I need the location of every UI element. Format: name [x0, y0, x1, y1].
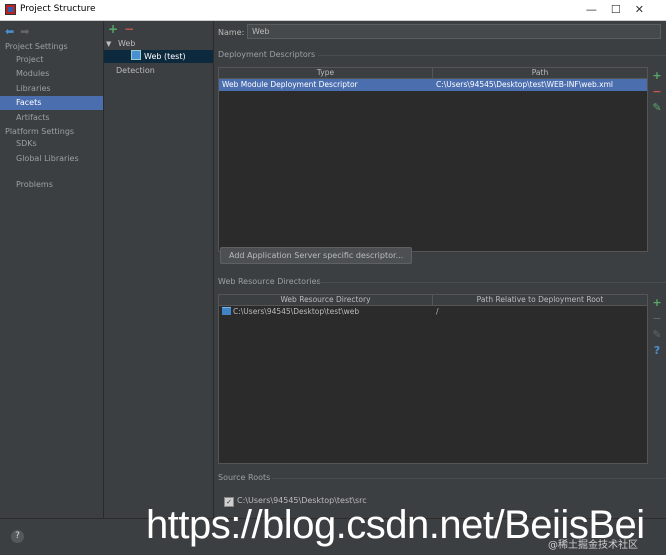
remove-descriptor-icon[interactable]: − [650, 84, 664, 100]
help-button[interactable]: ? [11, 530, 24, 543]
add-descriptor-icon[interactable]: + [650, 68, 664, 84]
facet-details-panel: Name: Web Deployment Descriptors Type Pa… [214, 21, 666, 518]
platform-settings-header: Platform Settings [5, 127, 75, 136]
section-divider [272, 478, 666, 479]
name-field[interactable]: Web [247, 24, 661, 39]
window-controls[interactable]: —☐✕ [586, 3, 658, 16]
remove-resource-icon[interactable]: − [650, 311, 664, 327]
column-header-relative-path[interactable]: Path Relative to Deployment Root [433, 295, 647, 305]
resource-dir-cell: C:\Users\94545\Desktop\test\web [219, 306, 433, 318]
name-label: Name: [218, 28, 245, 37]
expand-arrow-icon[interactable]: ▼ [106, 40, 111, 48]
add-facet-icon[interactable]: + [108, 22, 118, 36]
table-header: Web Resource Directory Path Relative to … [219, 295, 647, 306]
close-button[interactable]: ✕ [635, 3, 658, 16]
web-facet-icon [131, 50, 141, 60]
resource-side-toolbar: + − ✎ ? [650, 295, 664, 359]
nav-item-libraries[interactable]: Libraries [0, 82, 103, 96]
forward-arrow-icon[interactable]: ➡ [20, 25, 29, 38]
window-title: Project Structure [20, 4, 96, 14]
nav-item-facets[interactable]: Facets [0, 96, 103, 110]
project-settings-header: Project Settings [5, 42, 68, 51]
column-header-resource-dir[interactable]: Web Resource Directory [219, 295, 433, 305]
back-arrow-icon[interactable]: ⬅ [5, 25, 14, 38]
deployment-descriptors-title: Deployment Descriptors [218, 50, 316, 59]
site-watermark: @稀土掘金技术社区 [548, 540, 638, 551]
web-resource-table: Web Resource Directory Path Relative to … [218, 294, 648, 464]
deployment-descriptors-table: Type Path Web Module Deployment Descript… [218, 67, 648, 252]
relative-path-cell: / [436, 307, 439, 316]
tree-node-web-label: Web [117, 39, 136, 48]
tree-node-detection[interactable]: Detection [104, 64, 213, 77]
settings-navigation: ⬅ ➡ Project Settings Project Modules Libr… [0, 21, 104, 518]
nav-arrows: ⬅ ➡ [5, 25, 29, 38]
table-row[interactable]: Web Module Deployment Descriptor C:\User… [219, 79, 647, 91]
maximize-button[interactable]: ☐ [611, 3, 635, 16]
nav-item-modules[interactable]: Modules [0, 67, 103, 81]
nav-item-global-libraries[interactable]: Global Libraries [0, 152, 103, 166]
help-icon[interactable]: ? [650, 343, 664, 359]
nav-item-artifacts[interactable]: Artifacts [0, 111, 103, 125]
column-header-type[interactable]: Type [219, 68, 433, 78]
remove-facet-icon[interactable]: − [124, 22, 134, 36]
window-title-bar: Project Structure —☐✕ [0, 0, 666, 21]
edit-descriptor-icon[interactable]: ✎ [650, 100, 664, 116]
tree-node-web[interactable]: ▼ Web [104, 37, 215, 50]
source-roots-title: Source Roots [218, 473, 271, 482]
nav-item-problems[interactable]: Problems [0, 178, 103, 192]
add-resource-icon[interactable]: + [650, 295, 664, 311]
add-server-descriptor-button[interactable]: Add Application Server specific descript… [220, 247, 413, 264]
tree-node-web-test[interactable]: Web (test) [104, 50, 213, 63]
tree-toolbar: + − [108, 22, 134, 36]
edit-resource-icon[interactable]: ✎ [650, 327, 664, 343]
tree-node-web-test-label: Web (test) [144, 52, 186, 61]
table-row[interactable]: C:\Users\94545\Desktop\test\web / [219, 306, 647, 318]
section-divider [314, 282, 666, 283]
table-header: Type Path [219, 68, 647, 79]
nav-item-sdks[interactable]: SDKs [0, 137, 103, 151]
section-divider [318, 55, 666, 56]
folder-icon [222, 307, 231, 315]
resource-dir-path: C:\Users\94545\Desktop\test\web [233, 307, 360, 316]
minimize-button[interactable]: — [586, 3, 611, 16]
column-header-path[interactable]: Path [433, 68, 647, 78]
facets-tree: + − ▼ Web Web (test) Detection [104, 21, 214, 518]
descriptor-path-cell: C:\Users\94545\Desktop\test\WEB-INF\web.… [436, 80, 613, 89]
nav-item-project[interactable]: Project [0, 53, 103, 67]
deployment-side-toolbar: + − ✎ [650, 68, 664, 116]
descriptor-type-cell: Web Module Deployment Descriptor [222, 80, 358, 89]
web-resource-directories-title: Web Resource Directories [218, 277, 321, 286]
intellij-app-icon [5, 4, 16, 15]
